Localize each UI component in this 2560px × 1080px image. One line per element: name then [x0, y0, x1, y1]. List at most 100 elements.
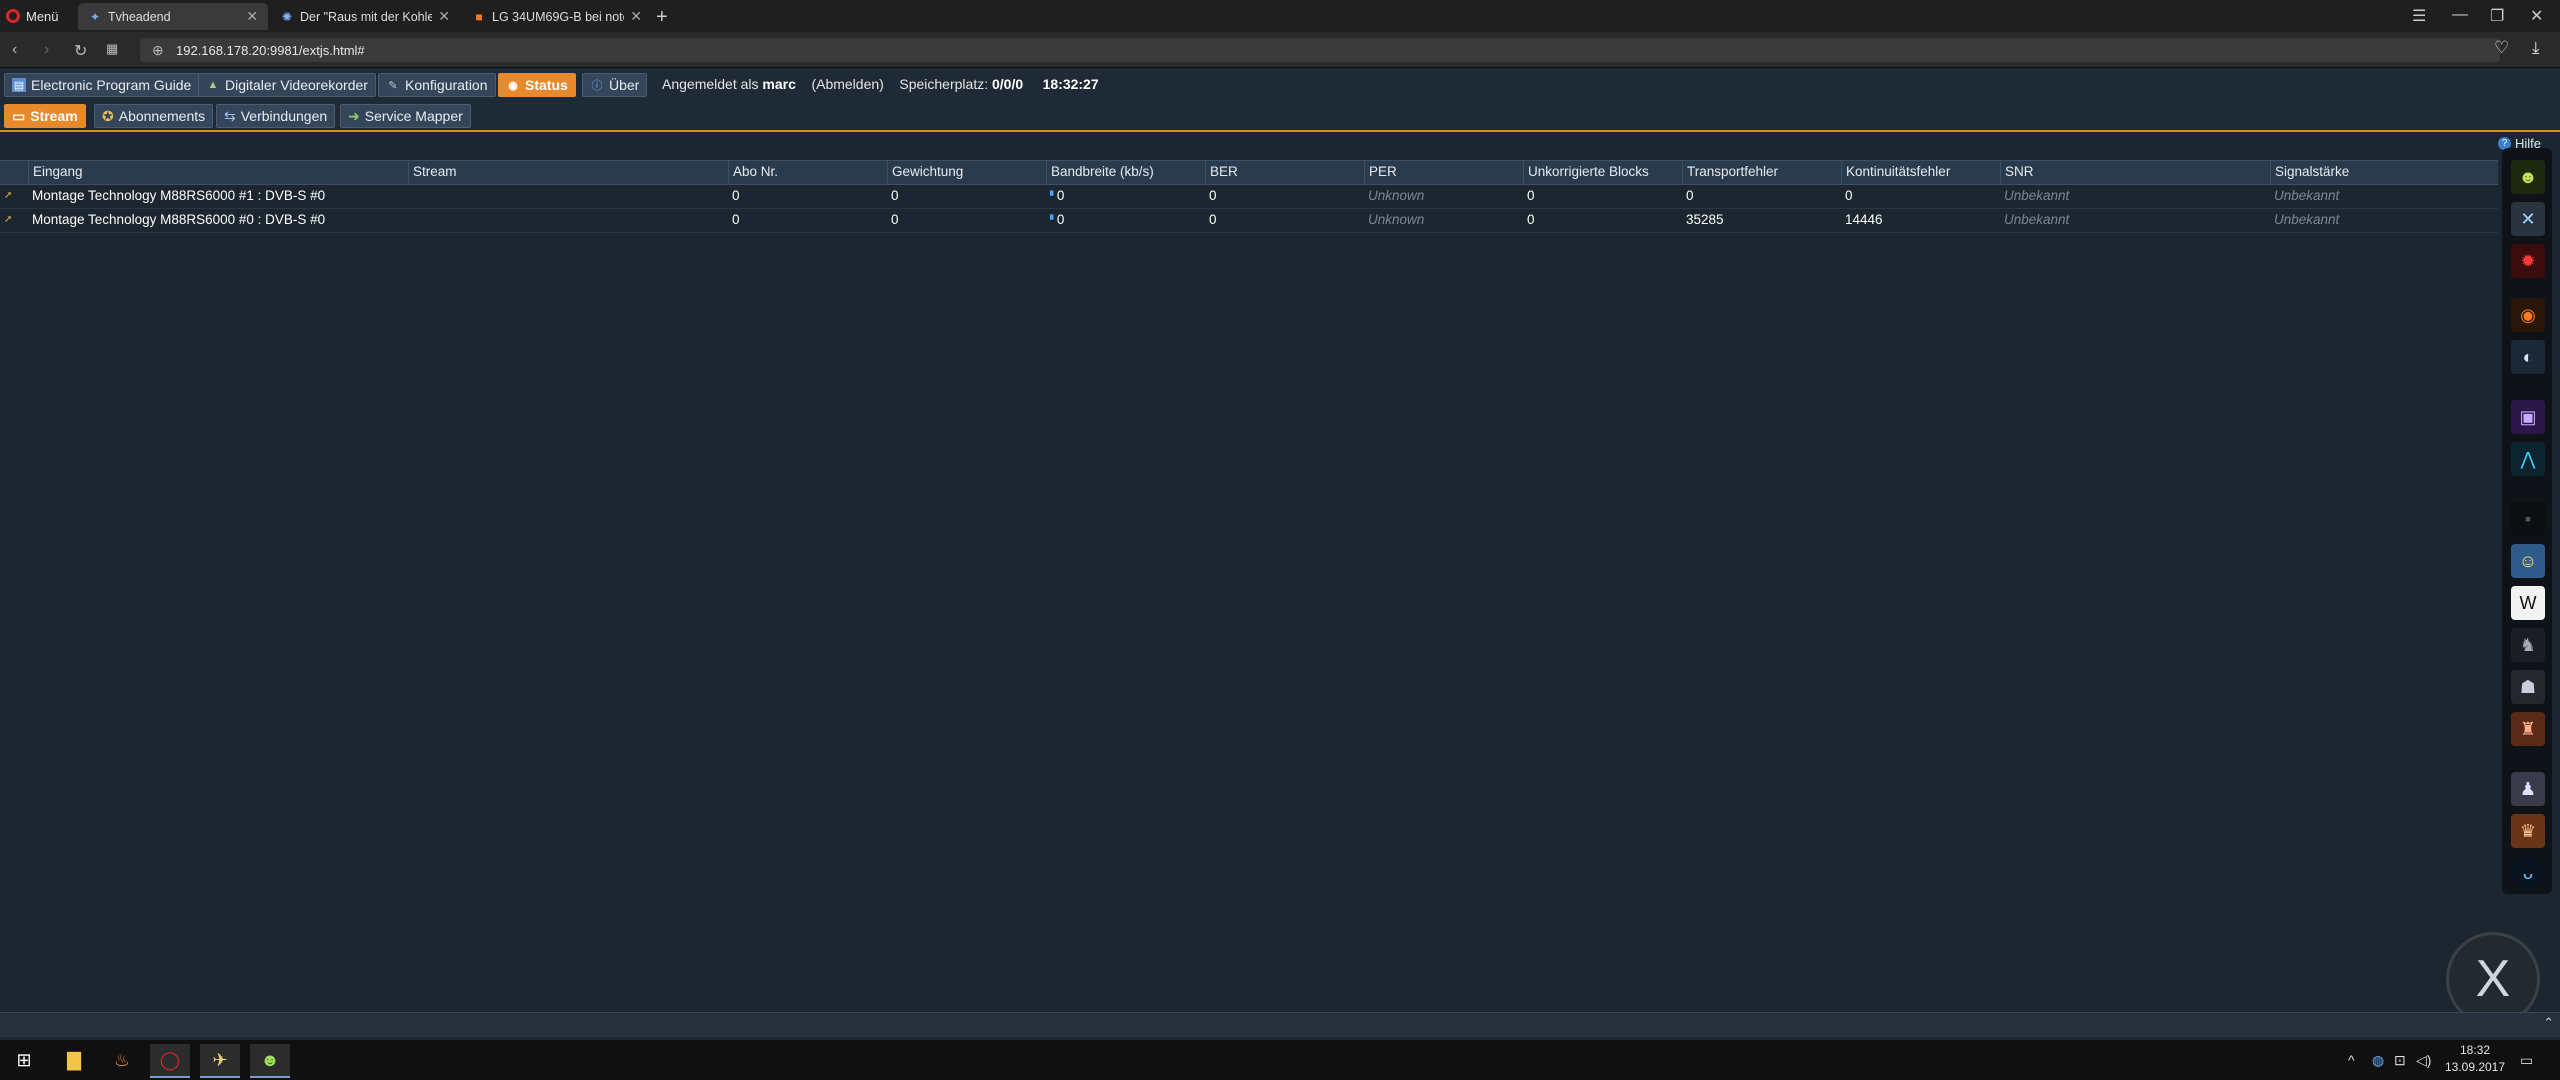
steam-icon[interactable]: ◐: [2511, 340, 2545, 374]
speed-dial-icon[interactable]: ▦: [106, 41, 118, 57]
mapper-arrow-icon: ➜: [348, 107, 360, 124]
server-time: 18:32:27: [1042, 76, 1099, 92]
cell-signalstaerke: Unbekannt: [2274, 212, 2340, 227]
tray-expand-icon[interactable]: ^: [2348, 1052, 2355, 1068]
subtab-abonnements[interactable]: ✪ Abonnements: [94, 104, 214, 128]
file-explorer-icon[interactable]: ▇: [54, 1044, 94, 1076]
reload-icon[interactable]: ↻: [74, 41, 87, 61]
tab-konfiguration[interactable]: ✎ Konfiguration: [378, 73, 496, 97]
close-window-icon[interactable]: ✕: [2530, 6, 2543, 26]
url-field[interactable]: ⊕ 192.168.178.20:9981/extjs.html#: [140, 38, 2500, 62]
game-shortcut-icon[interactable]: ▣: [2511, 400, 2545, 434]
windows-start-icon[interactable]: ⊞: [4, 1044, 44, 1076]
forward-icon[interactable]: ›: [44, 41, 49, 59]
table-row[interactable]: ➚ Montage Technology M88RS6000 #0 : DVB-…: [0, 209, 2498, 233]
close-tab-icon[interactable]: ✕: [630, 8, 642, 25]
tray-network-icon[interactable]: ◍: [2372, 1052, 2384, 1069]
table-row[interactable]: ➚ Montage Technology M88RS6000 #1 : DVB-…: [0, 185, 2498, 209]
bandwidth-graph-icon: ▘: [1050, 215, 1057, 225]
subtab-service-mapper-label: Service Mapper: [364, 108, 463, 124]
close-tab-icon[interactable]: ✕: [246, 8, 258, 25]
game-shortcut-icon[interactable]: ✕: [2511, 202, 2545, 236]
new-tab-plus-icon[interactable]: +: [656, 6, 668, 29]
taskbar-clock[interactable]: 18:32 13.09.2017: [2440, 1042, 2510, 1076]
logout-link[interactable]: (Abmelden): [811, 76, 883, 92]
cell-ber: 0: [1209, 212, 1217, 227]
game-shortcut-icon[interactable]: ♜: [2511, 712, 2545, 746]
cell-transportfehler: 0: [1686, 188, 1694, 203]
input-status-icon: ➚: [4, 190, 13, 201]
wrench-icon: ✎: [388, 79, 398, 92]
subtab-service-mapper[interactable]: ➜ Service Mapper: [340, 104, 471, 128]
subtab-abonnements-label: Abonnements: [118, 108, 206, 124]
tab-epg[interactable]: ▤ Electronic Program Guide: [4, 73, 200, 97]
column-header-per[interactable]: PER: [1364, 161, 1523, 183]
game-shortcut-icon[interactable]: ♟: [2511, 772, 2545, 806]
opera-taskbar-icon[interactable]: ◯: [150, 1044, 190, 1078]
column-header-snr[interactable]: SNR: [2000, 161, 2270, 183]
column-header-ber[interactable]: BER: [1205, 161, 1364, 183]
launcher-taskbar-icon[interactable]: ✈: [200, 1044, 240, 1078]
game-shortcut-icon[interactable]: ▪: [2511, 502, 2545, 536]
game-shortcut-icon[interactable]: ☻: [2511, 160, 2545, 194]
game-shortcut-icon[interactable]: ☗: [2511, 670, 2545, 704]
column-header-kontinuitaetsfehler[interactable]: Kontinuitätsfehler: [1841, 161, 2000, 183]
app-flame-icon[interactable]: ♨: [102, 1044, 142, 1076]
subtab-verbindungen[interactable]: ⇆ Verbindungen: [216, 104, 336, 128]
download-icon[interactable]: ⤓: [2532, 38, 2540, 58]
tray-volume-icon[interactable]: ◁): [2416, 1052, 2431, 1069]
cell-stream: [408, 185, 728, 207]
column-header-abo-nr[interactable]: Abo Nr.: [728, 161, 887, 183]
game-shortcut-icon[interactable]: W: [2511, 586, 2545, 620]
game-shortcut-icon[interactable]: ✹: [2511, 244, 2545, 278]
column-header-eingang[interactable]: Eingang: [28, 161, 408, 183]
bandwidth-graph-icon: ▘: [1050, 191, 1057, 201]
tab-about[interactable]: ⓘ Über: [582, 73, 648, 97]
cell-bandbreite: ▘0: [1046, 209, 1205, 231]
game-shortcut-icon[interactable]: ᴗ: [2511, 856, 2545, 890]
cell-transportfehler: 35285: [1686, 212, 1724, 227]
game-shortcut-icon[interactable]: ⋀: [2511, 442, 2545, 476]
tab-menu-icon[interactable]: ☰: [2412, 6, 2426, 26]
back-icon[interactable]: ‹: [12, 41, 17, 59]
column-header-gewichtung[interactable]: Gewichtung: [887, 161, 1046, 183]
username: marc: [762, 76, 796, 92]
game-shortcut-icon[interactable]: ♞: [2511, 628, 2545, 662]
browser-tab-tvheadend[interactable]: ✦ Tvheadend ✕: [78, 3, 268, 30]
game-shortcut-icon[interactable]: ◉: [2511, 298, 2545, 332]
action-center-icon[interactable]: ▭: [2520, 1052, 2533, 1069]
browser-tab-notebooksbilliger[interactable]: ■ LG 34UM69G-B bei noteb ✕: [462, 3, 652, 30]
url-text: 192.168.178.20:9981/extjs.html#: [176, 42, 365, 58]
minimize-icon[interactable]: —: [2452, 6, 2468, 24]
clock-date: 13.09.2017: [2444, 1060, 2506, 1074]
opera-menu-button[interactable]: Menü: [6, 4, 59, 28]
tab-dvr[interactable]: ▲ Digitaler Videorekorder: [198, 73, 376, 97]
browser-tab-article[interactable]: ✺ Der "Raus mit der Kohle" ✕: [270, 3, 460, 30]
cell-kontinuitaetsfehler: 0: [1845, 188, 1853, 203]
column-header-stream[interactable]: Stream: [408, 161, 728, 183]
game-launcher-sidebar: ☻ ✕ ✹ ◉ ◐ ▣ ⋀ ▪ ☺ W ♞ ☗ ♜ ♟ ♛ ᴗ: [2502, 148, 2552, 894]
game-shortcut-icon[interactable]: ☺: [2511, 544, 2545, 578]
cell-unkorrigierte-blocks: 0: [1527, 188, 1535, 203]
column-header-transportfehler[interactable]: Transportfehler: [1682, 161, 1841, 183]
column-header-unkorrigierte-blocks[interactable]: Unkorrigierte Blocks: [1523, 161, 1682, 183]
login-info: Angemeldet als marc (Abmelden) Speicherp…: [662, 76, 1099, 92]
cell-snr: Unbekannt: [2004, 188, 2070, 203]
column-header-bandbreite[interactable]: Bandbreite (kb/s): [1046, 161, 1205, 183]
cell-kontinuitaetsfehler: 14446: [1845, 212, 1883, 227]
game-shortcut-icon[interactable]: ♛: [2511, 814, 2545, 848]
cell-eingang: Montage Technology M88RS6000 #0 : DVB-S …: [32, 212, 326, 227]
windows-taskbar: ⊞ ▇ ♨ ◯ ✈ ☻: [0, 1040, 2560, 1080]
close-tab-icon[interactable]: ✕: [438, 8, 450, 25]
grid-header: Eingang Stream Abo Nr. Gewichtung Bandbr…: [0, 160, 2498, 185]
cell-gewichtung: 0: [891, 212, 899, 227]
game-taskbar-icon[interactable]: ☻: [250, 1044, 290, 1078]
bookmark-heart-icon[interactable]: ♡: [2494, 38, 2509, 58]
subtab-stream-label: Stream: [30, 108, 78, 124]
restore-icon[interactable]: ❐: [2490, 6, 2504, 26]
column-header-signalstaerke[interactable]: Signalstärke: [2270, 161, 2498, 183]
tray-app-icon[interactable]: ⊡: [2394, 1052, 2406, 1069]
tab-status[interactable]: ◉ Status: [498, 73, 576, 97]
chevron-up-icon[interactable]: ⌃: [2543, 1015, 2554, 1031]
subtab-stream[interactable]: ▭ Stream: [4, 104, 86, 128]
